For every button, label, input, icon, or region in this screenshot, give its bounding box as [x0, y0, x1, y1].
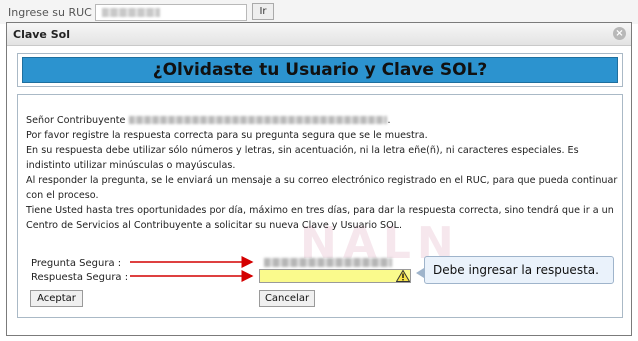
- annotation-arrows: [130, 256, 254, 282]
